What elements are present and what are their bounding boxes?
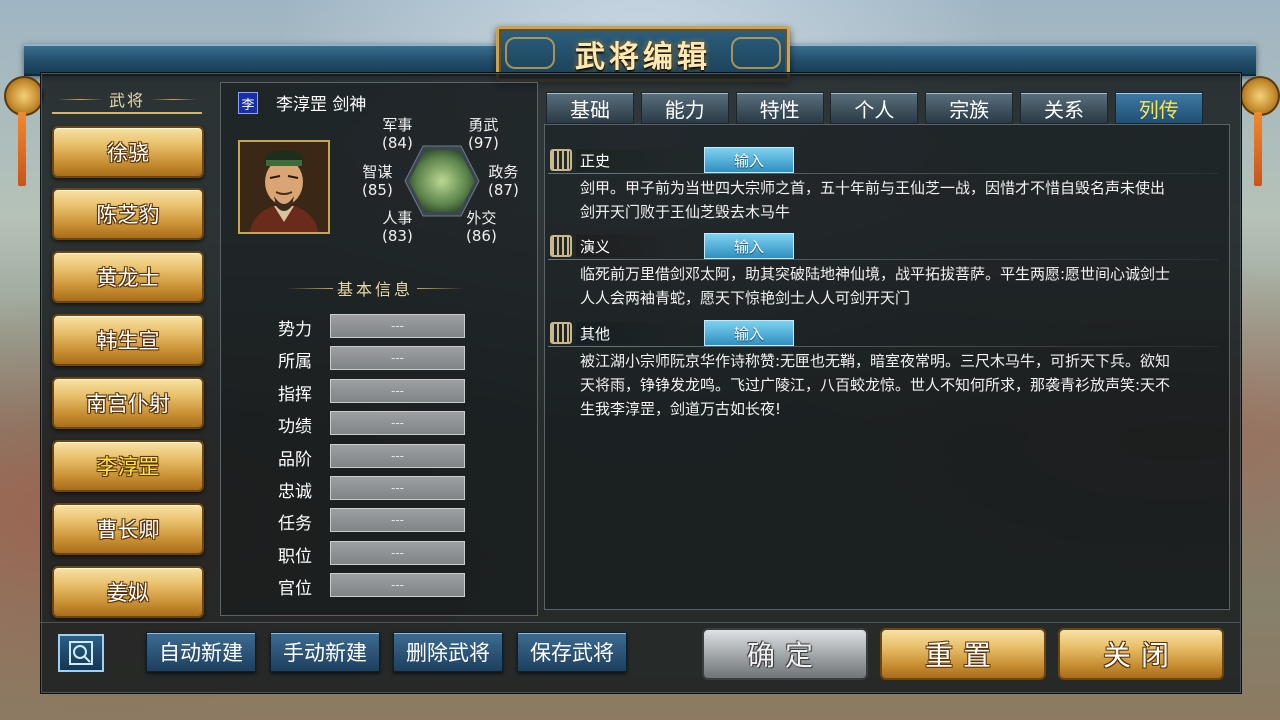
field-label: 职位 <box>278 546 312 567</box>
biography-line: 被江湖小宗师阮京华作诗称赞:无匣也无鞘，暗室夜常明。三尺木马牛，可折天下兵。欲知 <box>580 352 1171 370</box>
biography-category-tag: 其他 <box>550 321 680 345</box>
field-value[interactable]: --- <box>330 314 465 338</box>
biography-text: 被江湖小宗师阮京华作诗称赞:无匣也无鞘，暗室夜常明。三尺木马牛，可折天下兵。欲知… <box>580 349 1212 421</box>
field-value[interactable]: --- <box>330 378 465 403</box>
right-tassel-ornament <box>1254 112 1262 186</box>
auto-create-button[interactable]: 自动新建 <box>146 632 256 672</box>
save-general-button[interactable]: 保存武将 <box>517 632 627 672</box>
tab[interactable]: 能力 <box>640 92 729 124</box>
field-value[interactable]: --- <box>330 573 465 598</box>
manual-create-button[interactable]: 手动新建 <box>270 632 380 672</box>
tab[interactable]: 基础 <box>546 92 634 124</box>
general-list-item[interactable]: 黄龙士 <box>52 251 204 303</box>
right-medallion-ornament <box>1240 76 1280 116</box>
field-value[interactable]: --- <box>330 476 465 500</box>
general-list-item[interactable]: 韩生宣 <box>52 314 204 366</box>
field-label: 指挥 <box>278 384 312 405</box>
tab[interactable]: 列传 <box>1114 92 1203 124</box>
biography-line: 人人会两袖青蛇，愿天下惊艳剑士人人可剑开天门 <box>580 289 911 307</box>
section-divider <box>548 259 1218 260</box>
general-list-item[interactable]: 陈芝豹 <box>52 188 204 240</box>
close-button[interactable]: 关闭 <box>1058 628 1224 680</box>
biography-category-label: 演义 <box>580 237 611 256</box>
field-value[interactable]: --- <box>330 411 465 436</box>
field-label: 官位 <box>278 579 312 600</box>
general-portrait[interactable] <box>238 140 330 234</box>
general-list-item[interactable]: 徐骁 <box>52 126 204 178</box>
biography-text: 剑甲。甲子前为当世四大宗师之首，五十年前与王仙芝一战，因惜才不惜自毁名声未使出剑… <box>580 176 1212 224</box>
left-medallion-ornament <box>4 76 44 116</box>
field-value[interactable]: --- <box>330 346 465 371</box>
reset-button[interactable]: 重置 <box>880 628 1046 680</box>
input-button[interactable]: 输入 <box>704 320 794 346</box>
cloud-ornament-icon <box>505 37 555 69</box>
biography-line: 临死前万里借剑邓太阿，助其突破陆地神仙境，战平拓拔菩萨。平生两愿:愿世间心诚剑士 <box>580 265 1171 283</box>
field-label: 势力 <box>278 320 312 340</box>
input-button[interactable]: 输入 <box>704 147 794 173</box>
field-label: 功绩 <box>278 417 312 438</box>
field-label: 忠诚 <box>278 482 312 502</box>
general-list-item[interactable]: 南宫仆射 <box>52 377 204 429</box>
biography-category-label: 正史 <box>580 151 611 170</box>
biography-category-tag: 演义 <box>550 234 680 258</box>
biography-category-label: 其他 <box>580 324 611 343</box>
tab[interactable]: 特性 <box>735 92 824 124</box>
scroll-icon <box>550 235 572 257</box>
stat-strategy: 智谋 (85) <box>362 163 393 199</box>
field-value[interactable]: --- <box>330 540 465 565</box>
general-list-item[interactable]: 姜姒 <box>52 566 204 618</box>
basic-info-title: 基本信息 <box>282 276 468 300</box>
ability-hexagon-chart <box>404 145 480 217</box>
general-list-item[interactable]: 曹长卿 <box>52 503 204 555</box>
field-value[interactable]: --- <box>330 443 465 468</box>
cloud-ornament-icon <box>731 37 781 69</box>
field-label: 品阶 <box>278 449 312 470</box>
tab[interactable]: 个人 <box>830 92 919 124</box>
general-list-item[interactable]: 李淳罡 <box>52 440 204 492</box>
field-label: 所属 <box>278 352 312 373</box>
surname-badge: 李 <box>238 92 258 114</box>
general-list-header: 武将 <box>52 86 202 112</box>
biography-text: 临死前万里借剑邓太阿，助其突破陆地神仙境，战平拓拔菩萨。平生两愿:愿世间心诚剑士… <box>580 262 1212 310</box>
field-value[interactable]: --- <box>330 508 465 533</box>
tab[interactable]: 关系 <box>1020 92 1108 124</box>
section-divider <box>548 346 1218 347</box>
biography-category-tag: 正史 <box>550 148 680 172</box>
input-button[interactable]: 输入 <box>704 233 794 259</box>
bottom-divider <box>40 622 1240 623</box>
delete-general-button[interactable]: 删除武将 <box>393 632 503 672</box>
tab[interactable]: 宗族 <box>925 92 1014 124</box>
confirm-button[interactable]: 确定 <box>702 628 868 680</box>
stat-politics: 政务 (87) <box>488 163 519 199</box>
biography-line: 天将雨，铮铮发龙鸣。飞过广陵江，八百蛟龙惊。世人不知何所求，那袭青衫放声笑:天不 <box>580 376 1171 394</box>
biography-line: 剑甲。甲子前为当世四大宗师之首，五十年前与王仙芝一战，因惜才不惜自毁名声未使出 <box>580 179 1166 197</box>
section-divider <box>548 173 1218 174</box>
magnifier-icon <box>69 641 93 665</box>
scroll-icon <box>550 322 572 344</box>
biography-line: 剑开天门败于王仙芝毁去木马牛 <box>580 203 791 221</box>
portrait-figure-icon <box>240 142 328 232</box>
scroll-icon <box>550 149 572 171</box>
window-title: 武将编辑 <box>575 40 711 75</box>
zoom-button[interactable] <box>58 634 104 672</box>
left-tassel-ornament <box>18 112 26 186</box>
field-label: 任务 <box>278 514 312 535</box>
biography-line: 生我李淳罡，剑道万古如长夜! <box>580 400 782 418</box>
general-list-rule <box>52 112 202 114</box>
general-name: 李淳罡 剑神 <box>276 95 367 115</box>
